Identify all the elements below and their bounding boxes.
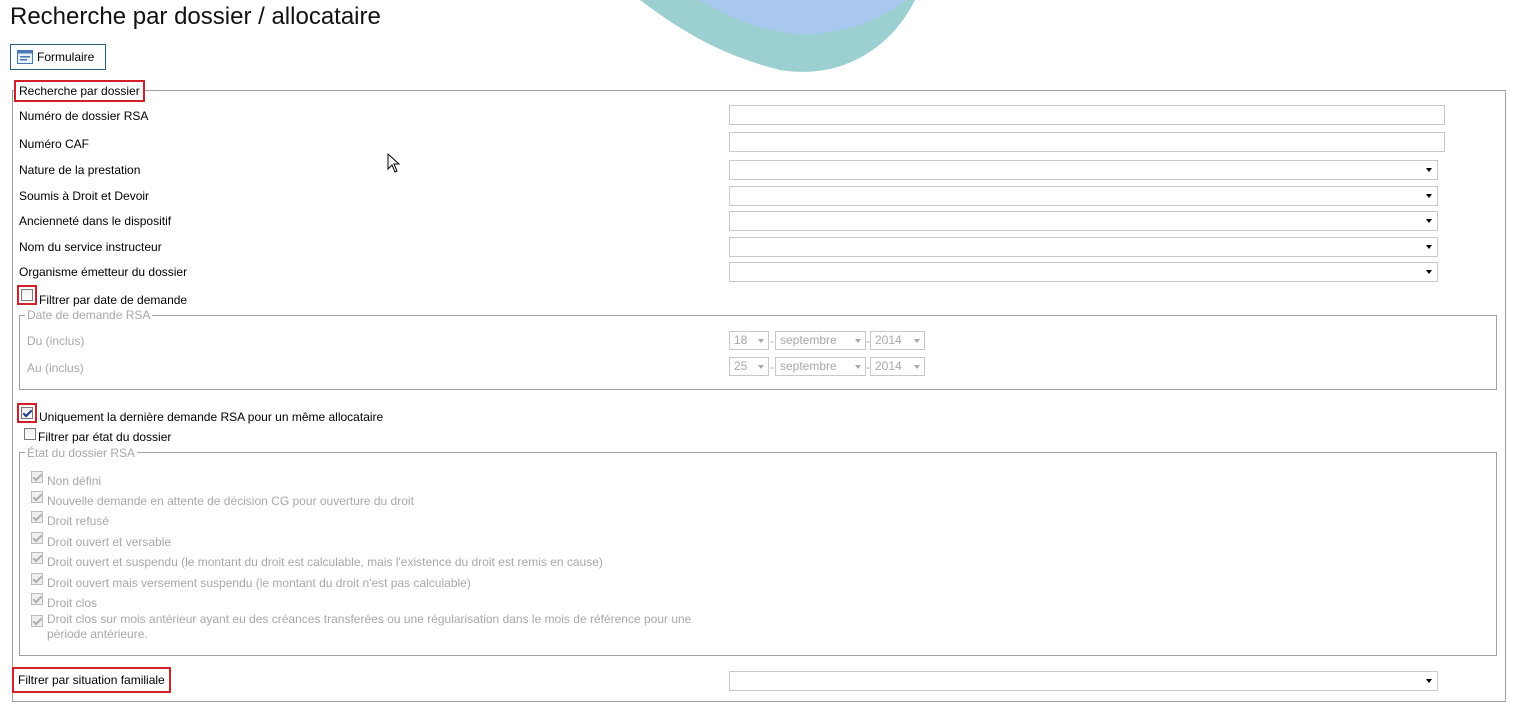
date-to-month-value: septembre	[780, 359, 837, 373]
dossier-legend: Recherche par dossier	[14, 80, 145, 102]
chevron-down-icon	[914, 365, 920, 369]
state-option-checkbox[interactable]	[31, 593, 43, 605]
field-label-numero-caf: Numéro CAF	[19, 137, 90, 151]
last-request-label: Uniquement la dernière demande RSA pour …	[39, 410, 384, 424]
date-from-year-select[interactable]: 2014	[870, 331, 925, 350]
state-option-label: Droit ouvert et suspendu (le montant du …	[47, 555, 603, 569]
form-icon	[17, 50, 33, 64]
filter-date-label: Filtrer par date de demande	[39, 293, 188, 307]
date-to-day-select[interactable]: 25	[729, 357, 769, 376]
field-label-anciennete: Ancienneté dans le dispositif	[19, 214, 172, 228]
state-option-checkbox[interactable]	[31, 552, 43, 564]
state-option-label: Droit refusé	[47, 514, 110, 528]
state-option-label: Droit clos	[47, 596, 98, 610]
state-option-checkbox[interactable]	[31, 491, 43, 503]
state-option-label: Non défini	[47, 474, 102, 488]
nature-prestation-select[interactable]	[729, 160, 1438, 180]
chevron-down-icon	[1426, 245, 1432, 249]
page-title: Recherche par dossier / allocataire	[10, 3, 381, 30]
state-option-label: Droit ouvert mais versement suspendu (le…	[47, 576, 471, 590]
date-to-year-select[interactable]: 2014	[870, 357, 925, 376]
date-from-month-select[interactable]: septembre	[775, 331, 866, 350]
date-to-year-value: 2014	[875, 359, 902, 373]
last-request-checkbox[interactable]	[21, 407, 33, 419]
field-label-service-instructeur: Nom du service instructeur	[19, 240, 162, 254]
chevron-down-icon	[855, 365, 861, 369]
chevron-down-icon	[1426, 219, 1432, 223]
family-filter-select[interactable]	[729, 671, 1438, 691]
state-option-label: Droit clos sur mois antérieur ayant eu d…	[47, 612, 692, 626]
date-from-year-value: 2014	[875, 333, 902, 347]
filter-state-checkbox[interactable]	[24, 428, 36, 440]
state-option-label: Nouvelle demande en attente de décision …	[47, 494, 414, 508]
chevron-down-icon	[1426, 270, 1432, 274]
date-to-month-select[interactable]: septembre	[775, 357, 866, 376]
field-label-nature-prestation: Nature de la prestation	[19, 163, 141, 177]
service-instructeur-select[interactable]	[729, 237, 1438, 257]
date-from-month-value: septembre	[780, 333, 837, 347]
family-filter-label: Filtrer par situation familiale	[12, 667, 171, 693]
date-fieldset-legend: Date de demande RSA	[25, 308, 153, 322]
date-separator: -	[770, 360, 774, 374]
date-from-label: Du (inclus)	[27, 334, 85, 348]
field-label-organisme-emetteur: Organisme émetteur du dossier	[19, 265, 188, 279]
state-fieldset-legend: État du dossier RSA	[25, 446, 138, 460]
numero-caf-input[interactable]	[729, 132, 1445, 152]
state-option-checkbox[interactable]	[31, 532, 43, 544]
date-from-day-value: 18	[734, 333, 748, 347]
chevron-down-icon	[855, 339, 861, 343]
mouse-cursor-icon	[387, 153, 401, 173]
filter-date-checkbox[interactable]	[21, 289, 33, 301]
filter-state-label: Filtrer par état du dossier	[38, 430, 172, 444]
state-option-checkbox[interactable]	[31, 615, 43, 627]
date-fieldset	[19, 315, 1497, 390]
organisme-emetteur-select[interactable]	[729, 262, 1438, 282]
chevron-down-icon	[758, 365, 764, 369]
chevron-down-icon	[1426, 679, 1432, 683]
dossier-rsa-input[interactable]	[729, 105, 1445, 125]
date-from-day-select[interactable]: 18	[729, 331, 769, 350]
date-to-label: Au (inclus)	[27, 361, 84, 375]
state-option-checkbox[interactable]	[31, 573, 43, 585]
droit-devoir-select[interactable]	[729, 186, 1438, 206]
state-option-checkbox[interactable]	[31, 511, 43, 523]
chevron-down-icon	[1426, 168, 1432, 172]
field-label-droit-devoir: Soumis à Droit et Devoir	[19, 189, 150, 203]
field-label-dossier-rsa: Numéro de dossier RSA	[19, 109, 149, 123]
chevron-down-icon	[758, 339, 764, 343]
header-decoration	[640, 0, 915, 72]
chevron-down-icon	[1426, 194, 1432, 198]
chevron-down-icon	[914, 339, 920, 343]
date-to-day-value: 25	[734, 359, 748, 373]
form-button[interactable]: Formulaire	[10, 44, 106, 70]
state-option-label: Droit ouvert et versable	[47, 535, 172, 549]
form-button-label: Formulaire	[37, 50, 95, 64]
state-option-label-continued: période antérieure.	[47, 627, 148, 641]
date-separator: -	[770, 334, 774, 348]
anciennete-select[interactable]	[729, 211, 1438, 231]
state-option-checkbox[interactable]	[31, 471, 43, 483]
